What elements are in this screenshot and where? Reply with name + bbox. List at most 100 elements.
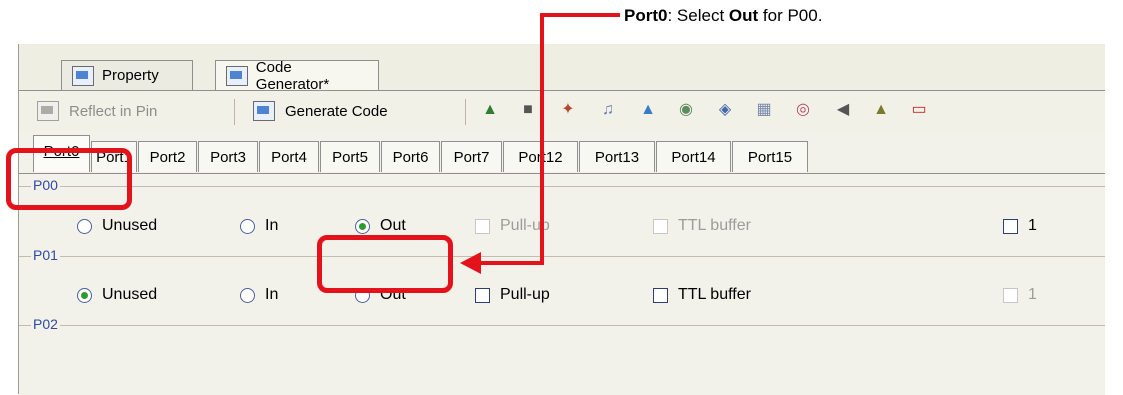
p01-pullup-checkbox[interactable] — [475, 287, 490, 303]
p00-ttl-checkbox — [653, 218, 668, 234]
tab-port6-label: Port6 — [392, 149, 429, 166]
port-settings-panel: P00 Unused In Out Pull-up TTL buffer 1 P… — [19, 173, 1105, 395]
reflect-in-pin-label: Reflect in Pin — [69, 102, 158, 120]
generate-code-label: Generate Code — [285, 102, 388, 120]
adc-icon[interactable]: ▲ — [639, 101, 657, 119]
tab-port2[interactable]: Port2 — [138, 141, 197, 172]
group-p01-divider — [19, 256, 1105, 257]
callout-leader-top — [540, 13, 596, 17]
p01-in-radio[interactable] — [240, 287, 255, 303]
code-generator-icon — [226, 65, 248, 86]
tab-port15-label: Port15 — [747, 149, 793, 166]
tab-port5-label: Port5 — [332, 149, 368, 166]
p01-pullup-label: Pull-up — [500, 286, 550, 303]
timer-icon[interactable]: ◉ — [677, 101, 695, 119]
generate-code-icon — [253, 101, 275, 121]
port0-highlight-box — [6, 148, 132, 210]
callout-arrowhead — [460, 252, 481, 274]
p01-ttl-label: TTL buffer — [678, 286, 751, 303]
p01-ttl-checkbox[interactable] — [653, 287, 668, 303]
rtc-icon[interactable]: ◎ — [794, 101, 812, 119]
p00-out-radio[interactable] — [355, 218, 370, 234]
p01-ttl-option[interactable]: TTL buffer — [653, 286, 751, 304]
sound-icon[interactable]: ◀ — [834, 101, 852, 119]
tab-port7-label: Port7 — [453, 149, 490, 166]
p01-pullup-option[interactable]: Pull-up — [475, 286, 550, 304]
p00-ttl-label: TTL buffer — [678, 217, 751, 234]
tab-port14[interactable]: Port14 — [656, 141, 731, 172]
tab-code-generator-label: Code Generator* — [255, 58, 330, 93]
group-p00: P00 Unused In Out Pull-up TTL buffer 1 — [19, 177, 1105, 256]
tab-port13[interactable]: Port13 — [579, 141, 655, 172]
p00-output-label: 1 — [1028, 217, 1037, 234]
p00-unused-label: Unused — [102, 217, 158, 234]
tab-port4[interactable]: Port4 — [259, 141, 319, 172]
code-generator-toolbar: Reflect in Pin Generate Code ▲ ■ ✦ ♫ ▲ ◉… — [19, 91, 1105, 132]
tab-property-label: Property — [102, 67, 159, 84]
toolbar-separator-2 — [465, 99, 466, 125]
tab-port13-label: Port13 — [594, 149, 640, 166]
p01-in-option[interactable]: In — [240, 286, 278, 304]
callout-leader-vertical — [540, 13, 544, 263]
p00-ttl-option: TTL buffer — [653, 217, 751, 235]
tab-property[interactable]: Property — [61, 60, 193, 90]
out-highlight-box — [317, 235, 453, 293]
generate-code-button[interactable]: Generate Code — [253, 97, 388, 125]
p00-out-label: Out — [380, 217, 406, 234]
tab-port7[interactable]: Port7 — [441, 141, 502, 172]
callout-mid1: : Select — [667, 6, 729, 25]
callout-port0: Port0 — [624, 6, 668, 25]
callout-leader-horizontal — [596, 13, 620, 17]
p00-in-radio[interactable] — [240, 218, 255, 234]
p01-output-label: 1 — [1028, 286, 1037, 303]
p01-in-label: In — [265, 286, 279, 303]
tab-port3[interactable]: Port3 — [198, 141, 258, 172]
tab-port6[interactable]: Port6 — [381, 141, 440, 172]
watchdog-icon[interactable]: ◈ — [716, 101, 734, 119]
battery-icon[interactable]: ▭ — [910, 101, 928, 119]
p00-output-value[interactable]: 1 — [1003, 217, 1037, 235]
p00-out-option[interactable]: Out — [355, 217, 406, 235]
p00-in-label: In — [265, 217, 279, 234]
group-p01-title: P01 — [31, 247, 60, 263]
property-icon — [72, 65, 94, 86]
lcd-icon[interactable]: ▦ — [755, 101, 773, 119]
p00-pullup-option: Pull-up — [475, 217, 550, 235]
p00-output-checkbox[interactable] — [1003, 218, 1018, 234]
p00-in-option[interactable]: In — [240, 217, 278, 235]
port-tab-strip: Port0 Port1 Port2 Port3 Port4 Port5 Port… — [19, 131, 1105, 173]
p01-unused-label: Unused — [102, 286, 158, 303]
p01-unused-option[interactable]: Unused — [77, 286, 157, 304]
p01-unused-radio[interactable] — [77, 287, 92, 303]
reflect-in-pin-icon — [37, 101, 59, 121]
p00-unused-radio[interactable] — [77, 218, 92, 234]
group-p00-divider — [19, 186, 1105, 187]
callout-out: Out — [728, 6, 759, 25]
callout-end: for P00. — [758, 6, 823, 25]
clock-generator-icon[interactable]: ▲ — [481, 101, 499, 119]
p00-unused-option[interactable]: Unused — [77, 217, 157, 235]
view-tab-strip: Property Code Generator* — [19, 44, 1105, 93]
callout-text: Port0: Select Out for P00. — [624, 6, 822, 26]
group-p02-divider — [19, 325, 1105, 326]
reflect-in-pin-button[interactable]: Reflect in Pin — [37, 97, 157, 125]
tab-port15[interactable]: Port15 — [732, 141, 808, 172]
serial-icon[interactable]: ♫ — [599, 101, 617, 119]
code-generator-window: Property Code Generator* Reflect in Pin … — [18, 44, 1105, 395]
tab-port2-label: Port2 — [149, 149, 186, 166]
p01-output-value: 1 — [1003, 286, 1037, 304]
tab-code-generator[interactable]: Code Generator* — [215, 58, 379, 93]
toolbar-separator-1 — [234, 99, 235, 125]
group-p02-title: P02 — [31, 316, 60, 332]
callout-leader-bottom — [479, 261, 544, 265]
dma-icon[interactable]: ▲ — [872, 101, 890, 119]
group-p01: P01 Unused In Out Pull-up TTL buffer 1 — [19, 247, 1105, 326]
chip-icon[interactable]: ■ — [519, 101, 537, 119]
interrupt-icon[interactable]: ✦ — [559, 101, 577, 119]
p01-output-checkbox — [1003, 287, 1018, 303]
tab-port4-label: Port4 — [271, 149, 307, 166]
tab-port3-label: Port3 — [210, 149, 246, 166]
tab-port5[interactable]: Port5 — [320, 141, 380, 172]
group-p02: P02 — [19, 316, 1105, 395]
p00-pullup-checkbox — [475, 218, 490, 234]
